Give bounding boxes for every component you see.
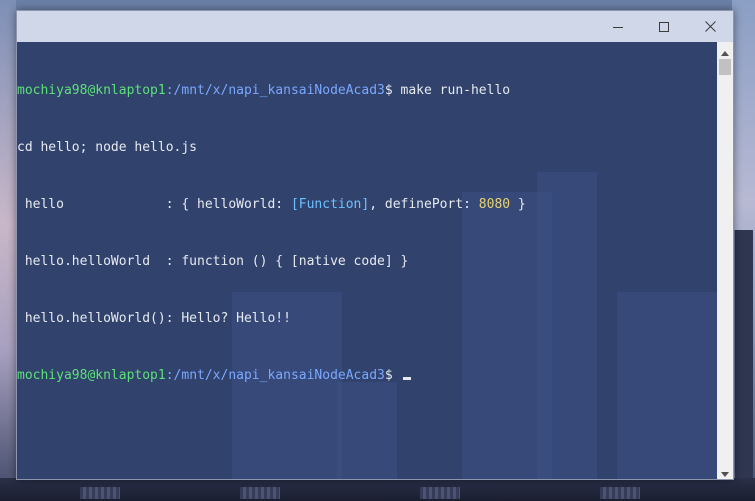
- close-icon: [704, 21, 716, 32]
- chevron-down-icon: [721, 462, 729, 481]
- port-number: 8080: [478, 197, 511, 212]
- maximize-button[interactable]: [641, 11, 687, 42]
- prompt-path: :/mnt/x/napi_kansaiNodeAcad3: [165, 368, 385, 383]
- scroll-down-button[interactable]: [717, 463, 733, 479]
- prompt-user-host: mochiya98@knlaptop1: [17, 368, 166, 383]
- prompt-path: :/mnt/x/napi_kansaiNodeAcad3: [165, 83, 385, 98]
- scroll-up-button[interactable]: [717, 42, 733, 58]
- desktop-wallpaper-left: [0, 0, 16, 501]
- vertical-scrollbar[interactable]: [717, 42, 733, 479]
- maximize-icon: [659, 21, 669, 32]
- output-text: }: [510, 197, 526, 212]
- function-token: [Function]: [290, 197, 370, 212]
- terminal-text: mochiya98@knlaptop1:/mnt/x/napi_kansaiNo…: [17, 43, 717, 423]
- terminal-line: hello : { helloWorld: [Function], define…: [17, 195, 717, 214]
- terminal-line: hello.helloWorld(): Hello? Hello!!: [17, 311, 291, 326]
- terminal-line: hello.helloWorld : function () { [native…: [17, 254, 409, 269]
- terminal-line: cd hello; node hello.js: [17, 140, 198, 155]
- command-text: make run-hello: [400, 83, 511, 98]
- prompt-symbol: $: [384, 368, 401, 383]
- text-cursor: [402, 377, 411, 380]
- output-text: hello : { helloWorld:: [17, 197, 291, 212]
- title-bar[interactable]: [17, 11, 733, 42]
- minimize-button[interactable]: [595, 11, 641, 42]
- chevron-up-icon: [721, 41, 729, 60]
- terminal-window: mochiya98@knlaptop1:/mnt/x/napi_kansaiNo…: [16, 10, 734, 480]
- terminal-line: mochiya98@knlaptop1:/mnt/x/napi_kansaiNo…: [17, 366, 717, 385]
- terminal-line: mochiya98@knlaptop1:/mnt/x/napi_kansaiNo…: [17, 81, 717, 100]
- minimize-icon: [613, 22, 623, 32]
- close-button[interactable]: [687, 11, 733, 42]
- prompt-symbol: $: [384, 83, 401, 98]
- terminal-output[interactable]: mochiya98@knlaptop1:/mnt/x/napi_kansaiNo…: [17, 42, 717, 479]
- scrollbar-thumb[interactable]: [719, 59, 731, 75]
- output-text: , definePort:: [369, 197, 479, 212]
- desktop-wallpaper-right: [732, 0, 755, 501]
- prompt-user-host: mochiya98@knlaptop1: [17, 83, 166, 98]
- desktop-wallpaper-bottom: [0, 478, 755, 501]
